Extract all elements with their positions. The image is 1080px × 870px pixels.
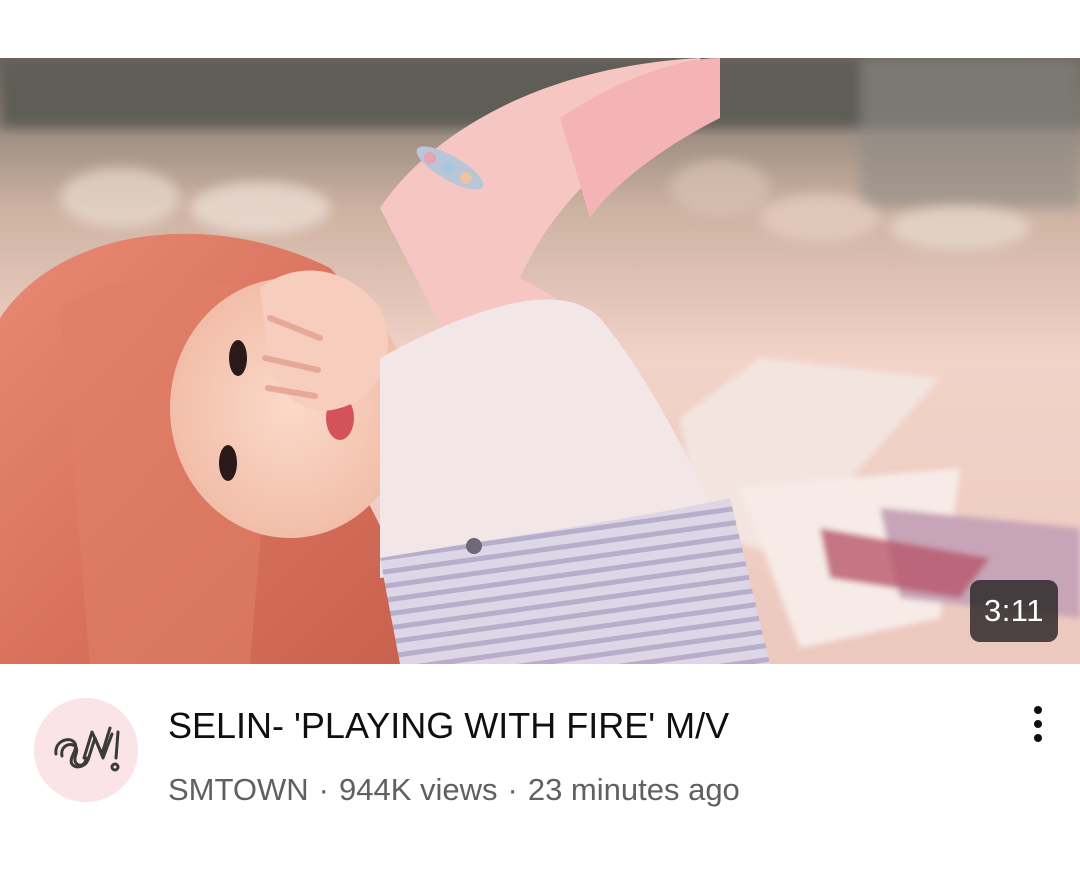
more-options-button[interactable] — [1016, 698, 1060, 750]
video-details: SELIN- 'PLAYING WITH FIRE' M/V SMTOWN · 94… — [0, 664, 1080, 870]
video-card[interactable]: 3:11 SELIN- 'PLAYING WITH FIRE' M/V SMTO… — [0, 0, 1080, 870]
view-count: 944K views — [338, 772, 498, 807]
channel-avatar[interactable] — [34, 698, 138, 802]
metadata-separator: · — [318, 772, 329, 807]
metadata-separator: · — [507, 772, 518, 807]
video-title[interactable]: SELIN- 'PLAYING WITH FIRE' M/V — [168, 702, 729, 750]
more-vertical-icon-dot — [1034, 734, 1042, 742]
channel-name[interactable]: SMTOWN — [168, 772, 309, 807]
upload-age: 23 minutes ago — [527, 772, 740, 807]
video-thumbnail[interactable]: 3:11 — [0, 58, 1080, 664]
video-metadata-line: SMTOWN · 944K views · 23 minutes ago — [168, 770, 740, 810]
more-vertical-icon-dot — [1034, 720, 1042, 728]
video-duration-badge: 3:11 — [969, 580, 1058, 642]
thumbnail-image — [0, 58, 1080, 664]
more-vertical-icon — [1034, 706, 1042, 714]
smtown-logo-icon — [34, 698, 138, 802]
